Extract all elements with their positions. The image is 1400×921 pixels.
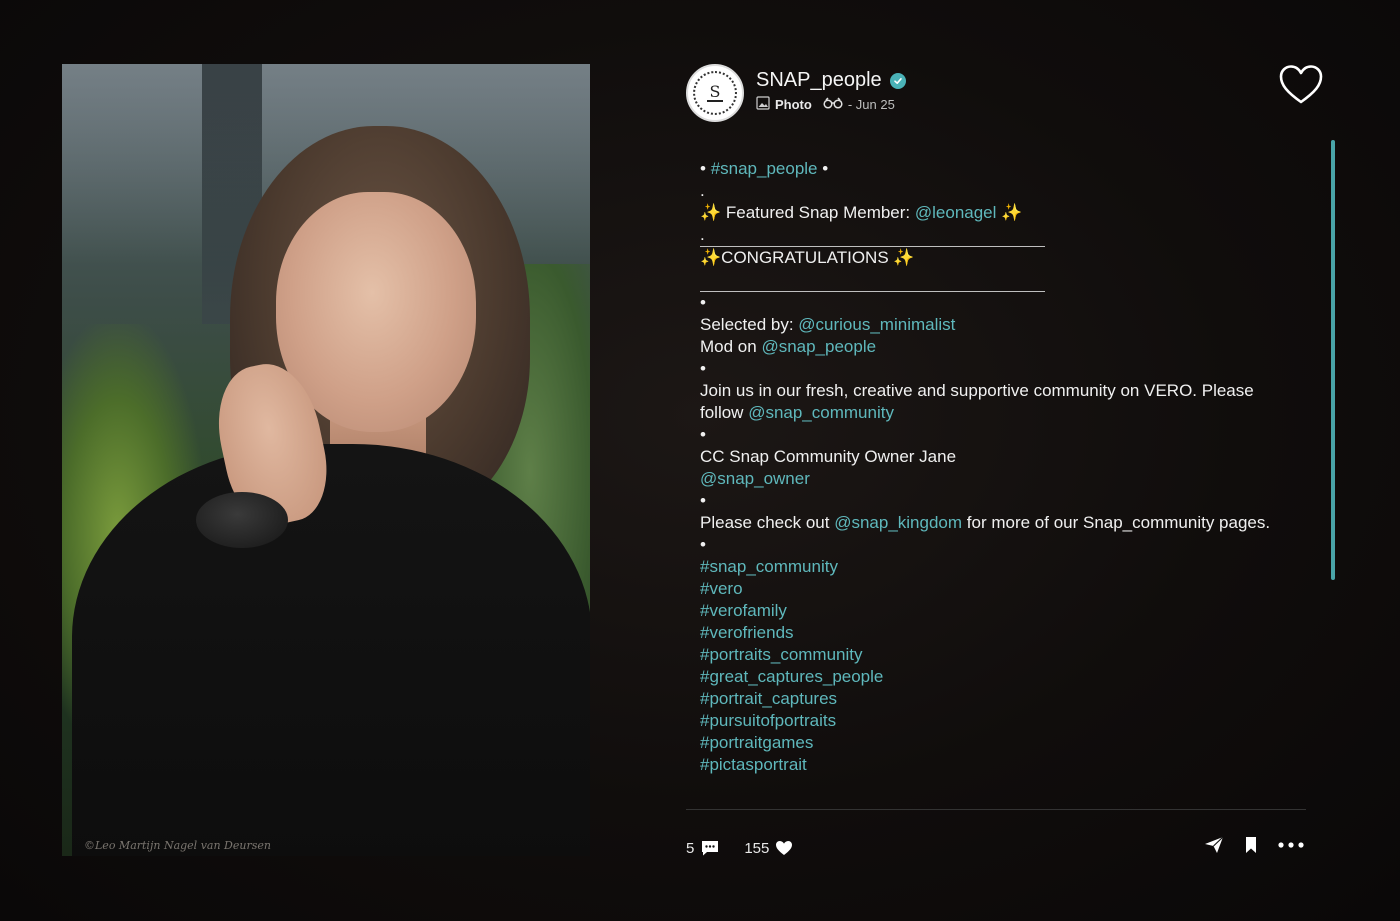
caption-line: • #snap_people • xyxy=(700,158,1290,180)
hashtag-link[interactable]: #vero xyxy=(700,579,743,598)
caption-text: ✨ xyxy=(996,203,1023,222)
caption-text: • xyxy=(700,293,706,312)
caption-line: @snap_owner xyxy=(700,468,1290,490)
caption-line: Selected by: @curious_minimalist xyxy=(700,314,1290,336)
hashtag-link[interactable]: #portraitgames xyxy=(700,733,813,752)
post-photo[interactable]: ©Leo Martijn Nagel van Deursen xyxy=(62,64,590,856)
heart-icon xyxy=(776,841,793,855)
caption-line: ✨CONGRATULATIONS ✨ xyxy=(700,247,1290,269)
bookmark-icon xyxy=(1246,837,1256,853)
caption-line: #pursuitofportraits xyxy=(700,710,1290,732)
author-name[interactable]: SNAP_people xyxy=(756,69,882,92)
caption-line: . xyxy=(700,224,1290,246)
caption-text: • xyxy=(817,159,829,178)
caption-line: • xyxy=(700,424,1290,446)
bookmark-button[interactable] xyxy=(1244,836,1258,854)
caption-line: #portraits_community xyxy=(700,644,1290,666)
post-type-label: Photo xyxy=(775,97,812,112)
photo-subject-body xyxy=(72,444,590,856)
avatar-logo-text: S xyxy=(706,84,724,102)
mention-link[interactable]: @snap_community xyxy=(748,403,894,422)
hashtag-link[interactable]: #verofamily xyxy=(700,601,787,620)
author-avatar[interactable]: S xyxy=(686,64,744,122)
photo-icon xyxy=(756,96,770,113)
caption-text: . xyxy=(700,225,705,244)
hashtag-link[interactable]: #great_captures_people xyxy=(700,667,883,686)
mention-link[interactable]: @snap_owner xyxy=(700,469,810,488)
mention-link[interactable]: @snap_kingdom xyxy=(834,513,962,532)
more-options-button[interactable] xyxy=(1278,842,1304,848)
caption-line: Mod on @snap_people xyxy=(700,336,1290,358)
caption-text: for more of our Snap_community pages. xyxy=(962,513,1271,532)
caption-line: ✨ Featured Snap Member: @leonagel ✨ xyxy=(700,202,1290,224)
caption-line: #pictasportrait xyxy=(700,754,1290,776)
photo-subject-scrunchie xyxy=(196,492,288,548)
caption-line: • xyxy=(700,534,1290,556)
hashtag-link[interactable]: #portraits_community xyxy=(700,645,863,664)
caption-line: #portraitgames xyxy=(700,732,1290,754)
hashtag-link[interactable]: #snap_community xyxy=(700,557,838,576)
caption-text: • xyxy=(700,491,706,510)
caption-line: #verofamily xyxy=(700,600,1290,622)
photo-watermark: ©Leo Martijn Nagel van Deursen xyxy=(84,839,271,852)
caption-line: #verofriends xyxy=(700,622,1290,644)
hashtag-link[interactable]: #portrait_captures xyxy=(700,689,837,708)
caption-line: . xyxy=(700,180,1290,202)
author-name-row: SNAP_people xyxy=(756,69,906,92)
comment-count: 5 xyxy=(686,839,695,857)
caption-line: #vero xyxy=(700,578,1290,600)
mention-link[interactable]: @snap_people xyxy=(761,337,876,356)
caption-text: • xyxy=(700,535,706,554)
footer-divider xyxy=(686,809,1306,810)
post-caption[interactable]: • #snap_people •. ✨ Featured Snap Member:… xyxy=(700,158,1290,810)
caption-line: Join us in our fresh, creative and suppo… xyxy=(700,380,1290,424)
caption-line: CC Snap Community Owner Jane xyxy=(700,446,1290,468)
caption-line: • xyxy=(700,358,1290,380)
post-stats: 5 155 xyxy=(686,836,793,860)
caption-text: Selected by: xyxy=(700,315,799,334)
caption-text: . xyxy=(700,181,705,200)
caption-text: Mod on xyxy=(700,337,762,356)
comment-icon xyxy=(702,841,719,856)
hashtag-link[interactable]: #pursuitofportraits xyxy=(700,711,836,730)
send-button[interactable] xyxy=(1204,836,1224,854)
hashtag-link[interactable]: #pictasportrait xyxy=(700,755,807,774)
caption-text: ✨ Featured Snap Member: xyxy=(700,203,915,222)
caption-line: #great_captures_people xyxy=(700,666,1290,688)
like-count: 155 xyxy=(744,839,770,857)
caption-text: • xyxy=(700,359,706,378)
heart-outline-icon xyxy=(1279,65,1323,104)
comments-stat[interactable]: 5 xyxy=(686,839,720,857)
avatar-ring: S xyxy=(693,71,737,115)
caption-line: #portrait_captures xyxy=(700,688,1290,710)
like-heart-button[interactable] xyxy=(1278,64,1324,106)
caption-line: • xyxy=(700,292,1290,314)
post-actions xyxy=(1204,836,1304,854)
caption-line: #snap_community xyxy=(700,556,1290,578)
caption-text: • xyxy=(700,159,711,178)
mention-link[interactable]: @leonagel xyxy=(915,203,997,222)
hashtag-link[interactable]: #snap_people xyxy=(711,159,818,178)
caption-text: Please check out xyxy=(700,513,835,532)
mention-link[interactable]: @curious_minimalist xyxy=(798,315,955,334)
caption-scrollbar[interactable] xyxy=(1331,140,1335,580)
verified-icon xyxy=(889,72,906,89)
hashtag-link[interactable]: #verofriends xyxy=(700,623,794,642)
post-date: - Jun 25 xyxy=(847,97,895,112)
binoculars-icon[interactable] xyxy=(823,97,843,112)
caption-line: Please check out @snap_kingdom for more … xyxy=(700,512,1290,534)
send-icon xyxy=(1205,836,1224,853)
caption-text: CC Snap Community Owner Jane xyxy=(700,447,957,466)
caption-line: • xyxy=(700,490,1290,512)
likes-stat[interactable]: 155 xyxy=(744,840,793,857)
caption-text: ✨CONGRATULATIONS ✨ xyxy=(700,248,915,267)
caption-text: • xyxy=(700,425,706,444)
more-icon xyxy=(1278,842,1304,848)
post-meta: Photo - Jun 25 xyxy=(756,96,895,113)
